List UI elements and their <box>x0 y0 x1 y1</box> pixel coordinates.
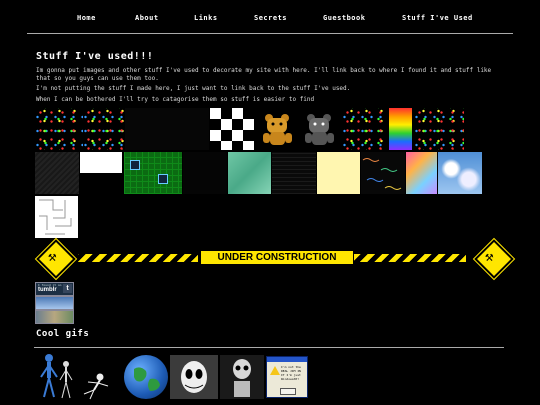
section-divider <box>34 347 504 348</box>
tumblr-badge[interactable]: I found it on tumblr t <box>35 282 74 296</box>
globe-icon <box>134 367 160 391</box>
dancing-skeleton-icon <box>83 373 109 400</box>
nav-links-link[interactable]: Links <box>194 14 218 22</box>
chip-icon <box>130 160 140 170</box>
gif-skeleton-photo[interactable] <box>220 355 264 399</box>
tile-dark-space[interactable] <box>125 108 209 150</box>
jack-skellington-icon <box>181 361 207 393</box>
hazard-stripe-left <box>78 254 198 262</box>
tile-dark-grid[interactable] <box>272 152 316 194</box>
worker-left-icon: ⚒ <box>48 249 57 265</box>
gif-dancing-skeleton[interactable] <box>78 372 112 400</box>
tile-starfield-4[interactable] <box>414 108 464 150</box>
dialog-titlebar <box>267 357 307 362</box>
tile-checker-diagonal[interactable] <box>80 152 122 194</box>
blue-skeleton-icon <box>40 354 58 398</box>
note-paragraph: I'm not putting the stuff I made here, I… <box>36 85 351 92</box>
gif-white-skeleton[interactable] <box>58 360 74 400</box>
construction-sign-right-icon <box>474 239 514 279</box>
tile-circuit-board[interactable] <box>124 152 182 194</box>
checker-square <box>80 152 101 173</box>
gif-jack-skellington[interactable] <box>170 355 218 399</box>
under-construction-label: UNDER CONSTRUCTION <box>200 250 354 265</box>
tile-white-maze[interactable] <box>35 196 78 238</box>
tile-sky-clouds[interactable] <box>438 152 482 194</box>
tile-cream[interactable] <box>317 152 360 194</box>
nav-guestbook-link[interactable]: Guestbook <box>323 14 365 22</box>
cool-gifs-heading: Cool gifs <box>36 329 90 339</box>
checker-square <box>101 173 122 194</box>
gif-blue-skeleton[interactable] <box>38 353 60 399</box>
dialog-ok-button[interactable] <box>280 388 296 395</box>
tile-starfield-2[interactable] <box>83 108 125 150</box>
dialog-text: I'm not the REAL JIM IN IT I'm just Wind… <box>281 365 301 381</box>
photo-badge[interactable] <box>35 310 74 324</box>
hazard-stripe-right <box>354 254 466 262</box>
tile-black-space[interactable] <box>183 152 227 194</box>
gif-spinning-globe[interactable] <box>124 355 168 399</box>
gif-windows-xp-dialog[interactable]: I'm not the REAL JIM IN IT I'm just Wind… <box>266 356 308 398</box>
white-skeleton-icon <box>59 361 73 399</box>
wavy-lines-pattern <box>362 158 402 190</box>
nav-stuff-link[interactable]: Stuff I've Used <box>402 14 473 22</box>
shadow-bear-icon <box>305 114 334 145</box>
category-paragraph: When I can be bothered I'll try to catag… <box>36 96 315 103</box>
freddy-bear-icon <box>263 114 292 145</box>
tile-shadow-bear-gif[interactable] <box>300 110 340 150</box>
tile-checker-large[interactable] <box>210 108 254 150</box>
tile-teal-marble[interactable] <box>228 152 271 194</box>
intro-paragraph: Im gonna put images and other stuff I've… <box>36 67 492 82</box>
tile-starfield-1[interactable] <box>35 108 83 150</box>
page-title: Stuff I've used!!! <box>36 51 154 62</box>
tumblr-t-icon: t <box>63 284 72 293</box>
blue-badge[interactable] <box>35 296 74 310</box>
skeleton-photo-icon <box>233 359 251 397</box>
chip-icon <box>158 174 168 184</box>
top-navigation: Home About Links Secrets Guestbook Stuff… <box>0 0 540 34</box>
nav-divider <box>27 33 513 34</box>
nav-home-link[interactable]: Home <box>77 14 96 22</box>
nav-about-link[interactable]: About <box>135 14 159 22</box>
nav-secrets-link[interactable]: Secrets <box>254 14 287 22</box>
worker-right-icon: ⚒ <box>485 249 494 265</box>
tile-dark-texture[interactable] <box>35 152 79 194</box>
tile-wavy-lines[interactable] <box>361 152 405 194</box>
tumblr-badge-word: tumblr <box>38 287 57 293</box>
maze-pattern <box>39 199 72 235</box>
tile-rainbow[interactable] <box>389 108 412 150</box>
tile-freddy-gif[interactable] <box>258 110 298 150</box>
tile-rainbow-swirl[interactable] <box>406 152 437 194</box>
tile-starfield-3[interactable] <box>342 108 388 150</box>
warning-icon <box>270 366 280 375</box>
